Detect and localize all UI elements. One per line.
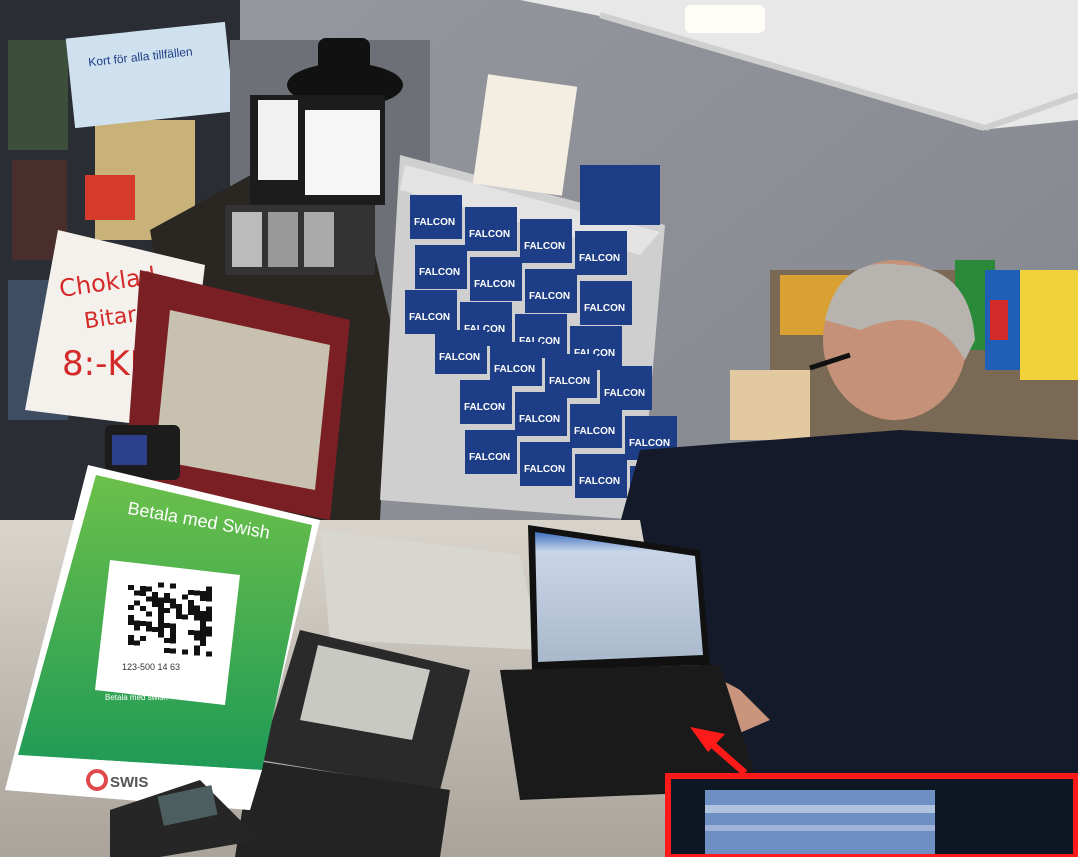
- falcon-pack-label: FALCON: [549, 376, 590, 387]
- falcon-pack-label: FALCON: [439, 352, 480, 363]
- falcon-pack-label: FALCON: [414, 217, 455, 228]
- falcon-pack-label: FALCON: [524, 241, 565, 252]
- inset-laptop-screen: [705, 790, 935, 857]
- falcon-pack-label: FALCON: [579, 253, 620, 264]
- swish-brand: SWIS: [110, 774, 148, 791]
- photo-scene: Kort för alla tillfällen FALCON FALCON FAL…: [0, 0, 1078, 857]
- falcon-pack-label: FALCON: [574, 426, 615, 437]
- falcon-pack-label: FALCON: [529, 291, 570, 302]
- falcon-pack-label: FALCON: [469, 229, 510, 240]
- falcon-pack-label: FALCON: [579, 476, 620, 487]
- swish-number: 123-500 14 63: [122, 662, 180, 672]
- falcon-pack-label: FALCON: [469, 452, 510, 463]
- swish-qr-panel: [95, 560, 240, 705]
- falcon-pack-label: FALCON: [494, 364, 535, 375]
- shelf-notice-paper: [472, 74, 578, 196]
- falcon-pack-label: FALCON: [409, 312, 450, 323]
- falcon-pack-label: FALCON: [464, 402, 505, 413]
- falcon-pack-label: FALCON: [419, 267, 460, 278]
- falcon-pack-label: FALCON: [604, 388, 645, 399]
- falcon-pack-label: FALCON: [629, 438, 670, 449]
- top-falcon-pack: [580, 165, 660, 225]
- swish-caption: Betala med swish: [105, 693, 168, 702]
- falcon-pack-label: FALCON: [474, 279, 515, 290]
- falcon-pack-label: FALCON: [524, 464, 565, 475]
- falcon-pack-label: FALCON: [519, 414, 560, 425]
- card-ad-banner: [65, 21, 235, 129]
- photo-illustration: Kort för alla tillfällen FALCONFALCONFAL…: [0, 0, 1078, 857]
- falcon-pack-label: FALCON: [584, 303, 625, 314]
- ceiling-light: [685, 5, 765, 33]
